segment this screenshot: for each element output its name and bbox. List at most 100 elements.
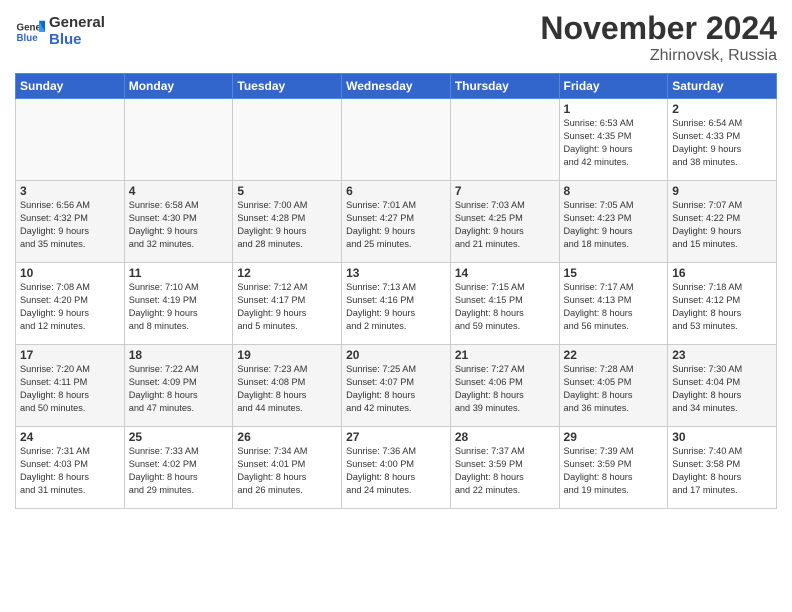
day-number: 6 xyxy=(346,184,446,198)
day-number: 15 xyxy=(564,266,664,280)
month-title: November 2024 xyxy=(540,10,777,47)
day-number: 10 xyxy=(20,266,120,280)
day-info: Sunrise: 7:13 AM Sunset: 4:16 PM Dayligh… xyxy=(346,281,446,333)
day-info: Sunrise: 7:33 AM Sunset: 4:02 PM Dayligh… xyxy=(129,445,229,497)
day-info: Sunrise: 7:39 AM Sunset: 3:59 PM Dayligh… xyxy=(564,445,664,497)
day-info: Sunrise: 7:15 AM Sunset: 4:15 PM Dayligh… xyxy=(455,281,555,333)
day-number: 13 xyxy=(346,266,446,280)
calendar-cell: 21Sunrise: 7:27 AM Sunset: 4:06 PM Dayli… xyxy=(450,345,559,427)
day-info: Sunrise: 7:28 AM Sunset: 4:05 PM Dayligh… xyxy=(564,363,664,415)
calendar-cell: 23Sunrise: 7:30 AM Sunset: 4:04 PM Dayli… xyxy=(668,345,777,427)
calendar-cell: 15Sunrise: 7:17 AM Sunset: 4:13 PM Dayli… xyxy=(559,263,668,345)
calendar-cell: 20Sunrise: 7:25 AM Sunset: 4:07 PM Dayli… xyxy=(342,345,451,427)
day-number: 18 xyxy=(129,348,229,362)
calendar-cell: 26Sunrise: 7:34 AM Sunset: 4:01 PM Dayli… xyxy=(233,427,342,509)
calendar-cell: 30Sunrise: 7:40 AM Sunset: 3:58 PM Dayli… xyxy=(668,427,777,509)
day-number: 27 xyxy=(346,430,446,444)
calendar-week-3: 10Sunrise: 7:08 AM Sunset: 4:20 PM Dayli… xyxy=(16,263,777,345)
logo-text: GeneralBlue xyxy=(49,15,105,48)
calendar-cell: 3Sunrise: 6:56 AM Sunset: 4:32 PM Daylig… xyxy=(16,181,125,263)
day-number: 1 xyxy=(564,102,664,116)
day-number: 14 xyxy=(455,266,555,280)
day-info: Sunrise: 7:08 AM Sunset: 4:20 PM Dayligh… xyxy=(20,281,120,333)
day-info: Sunrise: 7:25 AM Sunset: 4:07 PM Dayligh… xyxy=(346,363,446,415)
logo: General Blue GeneralBlue xyxy=(15,15,105,48)
calendar-cell: 28Sunrise: 7:37 AM Sunset: 3:59 PM Dayli… xyxy=(450,427,559,509)
day-info: Sunrise: 7:34 AM Sunset: 4:01 PM Dayligh… xyxy=(237,445,337,497)
day-info: Sunrise: 7:00 AM Sunset: 4:28 PM Dayligh… xyxy=(237,199,337,251)
calendar-cell: 4Sunrise: 6:58 AM Sunset: 4:30 PM Daylig… xyxy=(124,181,233,263)
calendar-week-5: 24Sunrise: 7:31 AM Sunset: 4:03 PM Dayli… xyxy=(16,427,777,509)
day-number: 20 xyxy=(346,348,446,362)
calendar: Sunday Monday Tuesday Wednesday Thursday… xyxy=(15,73,777,509)
calendar-cell: 8Sunrise: 7:05 AM Sunset: 4:23 PM Daylig… xyxy=(559,181,668,263)
day-number: 22 xyxy=(564,348,664,362)
day-info: Sunrise: 7:36 AM Sunset: 4:00 PM Dayligh… xyxy=(346,445,446,497)
day-number: 23 xyxy=(672,348,772,362)
day-info: Sunrise: 7:37 AM Sunset: 3:59 PM Dayligh… xyxy=(455,445,555,497)
day-info: Sunrise: 7:03 AM Sunset: 4:25 PM Dayligh… xyxy=(455,199,555,251)
calendar-cell: 27Sunrise: 7:36 AM Sunset: 4:00 PM Dayli… xyxy=(342,427,451,509)
page-container: General Blue GeneralBlue November 2024 Z… xyxy=(0,0,792,519)
header-thursday: Thursday xyxy=(450,74,559,99)
day-number: 19 xyxy=(237,348,337,362)
day-number: 2 xyxy=(672,102,772,116)
logo-icon: General Blue xyxy=(15,17,45,47)
day-info: Sunrise: 7:18 AM Sunset: 4:12 PM Dayligh… xyxy=(672,281,772,333)
calendar-cell: 19Sunrise: 7:23 AM Sunset: 4:08 PM Dayli… xyxy=(233,345,342,427)
calendar-cell: 2Sunrise: 6:54 AM Sunset: 4:33 PM Daylig… xyxy=(668,99,777,181)
calendar-cell: 25Sunrise: 7:33 AM Sunset: 4:02 PM Dayli… xyxy=(124,427,233,509)
calendar-cell: 1Sunrise: 6:53 AM Sunset: 4:35 PM Daylig… xyxy=(559,99,668,181)
calendar-cell xyxy=(450,99,559,181)
title-area: November 2024 Zhirnovsk, Russia xyxy=(540,10,777,65)
day-info: Sunrise: 7:40 AM Sunset: 3:58 PM Dayligh… xyxy=(672,445,772,497)
header: General Blue GeneralBlue November 2024 Z… xyxy=(15,10,777,65)
day-info: Sunrise: 7:17 AM Sunset: 4:13 PM Dayligh… xyxy=(564,281,664,333)
header-saturday: Saturday xyxy=(668,74,777,99)
calendar-week-1: 1Sunrise: 6:53 AM Sunset: 4:35 PM Daylig… xyxy=(16,99,777,181)
day-number: 25 xyxy=(129,430,229,444)
calendar-week-2: 3Sunrise: 6:56 AM Sunset: 4:32 PM Daylig… xyxy=(16,181,777,263)
day-info: Sunrise: 7:12 AM Sunset: 4:17 PM Dayligh… xyxy=(237,281,337,333)
calendar-cell: 11Sunrise: 7:10 AM Sunset: 4:19 PM Dayli… xyxy=(124,263,233,345)
calendar-cell xyxy=(124,99,233,181)
calendar-cell: 10Sunrise: 7:08 AM Sunset: 4:20 PM Dayli… xyxy=(16,263,125,345)
day-info: Sunrise: 7:23 AM Sunset: 4:08 PM Dayligh… xyxy=(237,363,337,415)
calendar-cell xyxy=(233,99,342,181)
day-number: 26 xyxy=(237,430,337,444)
day-info: Sunrise: 7:27 AM Sunset: 4:06 PM Dayligh… xyxy=(455,363,555,415)
day-info: Sunrise: 7:20 AM Sunset: 4:11 PM Dayligh… xyxy=(20,363,120,415)
weekday-header-row: Sunday Monday Tuesday Wednesday Thursday… xyxy=(16,74,777,99)
day-number: 11 xyxy=(129,266,229,280)
day-number: 24 xyxy=(20,430,120,444)
calendar-cell: 14Sunrise: 7:15 AM Sunset: 4:15 PM Dayli… xyxy=(450,263,559,345)
day-info: Sunrise: 6:56 AM Sunset: 4:32 PM Dayligh… xyxy=(20,199,120,251)
day-info: Sunrise: 7:10 AM Sunset: 4:19 PM Dayligh… xyxy=(129,281,229,333)
day-number: 3 xyxy=(20,184,120,198)
calendar-cell: 9Sunrise: 7:07 AM Sunset: 4:22 PM Daylig… xyxy=(668,181,777,263)
calendar-cell xyxy=(342,99,451,181)
header-tuesday: Tuesday xyxy=(233,74,342,99)
calendar-cell: 7Sunrise: 7:03 AM Sunset: 4:25 PM Daylig… xyxy=(450,181,559,263)
day-info: Sunrise: 7:30 AM Sunset: 4:04 PM Dayligh… xyxy=(672,363,772,415)
header-monday: Monday xyxy=(124,74,233,99)
calendar-cell: 29Sunrise: 7:39 AM Sunset: 3:59 PM Dayli… xyxy=(559,427,668,509)
day-number: 17 xyxy=(20,348,120,362)
day-number: 29 xyxy=(564,430,664,444)
calendar-cell xyxy=(16,99,125,181)
calendar-cell: 17Sunrise: 7:20 AM Sunset: 4:11 PM Dayli… xyxy=(16,345,125,427)
header-friday: Friday xyxy=(559,74,668,99)
day-number: 8 xyxy=(564,184,664,198)
day-info: Sunrise: 7:01 AM Sunset: 4:27 PM Dayligh… xyxy=(346,199,446,251)
calendar-cell: 13Sunrise: 7:13 AM Sunset: 4:16 PM Dayli… xyxy=(342,263,451,345)
calendar-cell: 18Sunrise: 7:22 AM Sunset: 4:09 PM Dayli… xyxy=(124,345,233,427)
day-number: 5 xyxy=(237,184,337,198)
day-info: Sunrise: 6:54 AM Sunset: 4:33 PM Dayligh… xyxy=(672,117,772,169)
day-number: 12 xyxy=(237,266,337,280)
day-info: Sunrise: 7:31 AM Sunset: 4:03 PM Dayligh… xyxy=(20,445,120,497)
day-number: 7 xyxy=(455,184,555,198)
day-number: 9 xyxy=(672,184,772,198)
day-info: Sunrise: 6:58 AM Sunset: 4:30 PM Dayligh… xyxy=(129,199,229,251)
day-info: Sunrise: 7:07 AM Sunset: 4:22 PM Dayligh… xyxy=(672,199,772,251)
calendar-cell: 22Sunrise: 7:28 AM Sunset: 4:05 PM Dayli… xyxy=(559,345,668,427)
